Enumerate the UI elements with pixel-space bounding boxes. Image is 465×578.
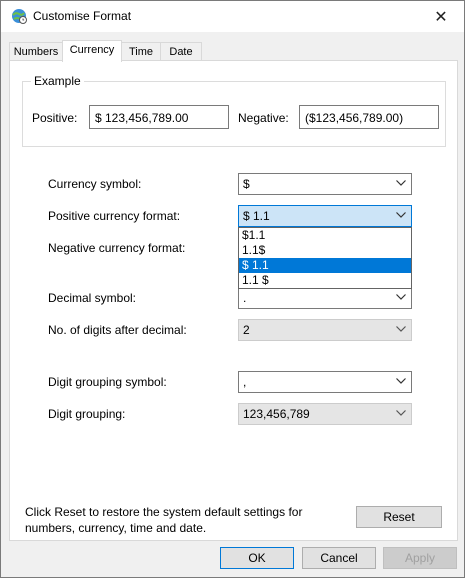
- reset-button[interactable]: Reset: [356, 506, 442, 528]
- positive-format-dropdown: $1.1 1.1$ $ 1.1 1.1 $: [238, 227, 412, 289]
- apply-button[interactable]: Apply: [383, 547, 457, 569]
- chevron-down-icon: [396, 410, 406, 416]
- tab-currency[interactable]: Currency: [62, 40, 122, 62]
- negative-format-label: Negative currency format:: [48, 241, 186, 255]
- example-legend: Example: [31, 74, 84, 88]
- currency-tab-panel: Example Positive: $ 123,456,789.00 Negat…: [9, 60, 458, 541]
- digit-grouping-symbol-combo[interactable]: ,: [238, 371, 412, 393]
- digit-grouping-symbol-value: ,: [243, 375, 247, 389]
- digits-after-decimal-label: No. of digits after decimal:: [48, 323, 187, 337]
- decimal-symbol-combo[interactable]: .: [238, 287, 412, 309]
- dropdown-option[interactable]: 1.1 $: [239, 273, 411, 288]
- ok-button[interactable]: OK: [220, 547, 294, 569]
- negative-example-label: Negative:: [238, 111, 289, 125]
- chevron-down-icon: [396, 326, 406, 332]
- example-group: Example Positive: $ 123,456,789.00 Negat…: [22, 74, 446, 147]
- globe-clock-icon: [12, 9, 27, 24]
- digit-grouping-combo[interactable]: 123,456,789: [238, 403, 412, 425]
- positive-example-field: $ 123,456,789.00: [89, 105, 229, 129]
- close-button[interactable]: ✕: [418, 1, 464, 32]
- digits-after-decimal-combo[interactable]: 2: [238, 319, 412, 341]
- positive-format-combo[interactable]: $ 1.1: [238, 205, 412, 227]
- dropdown-option[interactable]: 1.1$: [239, 243, 411, 258]
- digit-grouping-value: 123,456,789: [243, 407, 310, 421]
- dialog-window: Customise Format ✕ Numbers Currency Time…: [0, 0, 465, 578]
- decimal-symbol-value: .: [243, 291, 247, 305]
- digit-grouping-symbol-label: Digit grouping symbol:: [48, 375, 167, 389]
- currency-symbol-label: Currency symbol:: [48, 177, 142, 191]
- currency-symbol-value: $: [243, 177, 250, 191]
- digits-after-decimal-value: 2: [243, 323, 250, 337]
- positive-example-label: Positive:: [32, 111, 78, 125]
- close-icon: ✕: [434, 8, 448, 26]
- positive-format-value: $ 1.1: [243, 209, 270, 223]
- chevron-down-icon: [396, 180, 406, 186]
- negative-example-field: ($123,456,789.00): [299, 105, 439, 129]
- dropdown-option-selected[interactable]: $ 1.1: [239, 258, 411, 273]
- dropdown-option[interactable]: $1.1: [239, 228, 411, 243]
- positive-format-label: Positive currency format:: [48, 209, 181, 223]
- title-bar: Customise Format ✕: [1, 1, 464, 32]
- currency-symbol-combo[interactable]: $: [238, 173, 412, 195]
- cancel-button[interactable]: Cancel: [302, 547, 376, 569]
- digit-grouping-label: Digit grouping:: [48, 407, 126, 421]
- tab-numbers[interactable]: Numbers: [9, 42, 63, 61]
- chevron-down-icon: [396, 294, 406, 300]
- reset-description: Click Reset to restore the system defaul…: [25, 505, 303, 535]
- tab-date[interactable]: Date: [160, 42, 202, 61]
- tab-time[interactable]: Time: [121, 42, 161, 61]
- chevron-down-icon: [396, 378, 406, 384]
- decimal-symbol-label: Decimal symbol:: [48, 291, 137, 305]
- window-title: Customise Format: [33, 9, 132, 23]
- chevron-down-icon: [396, 212, 406, 218]
